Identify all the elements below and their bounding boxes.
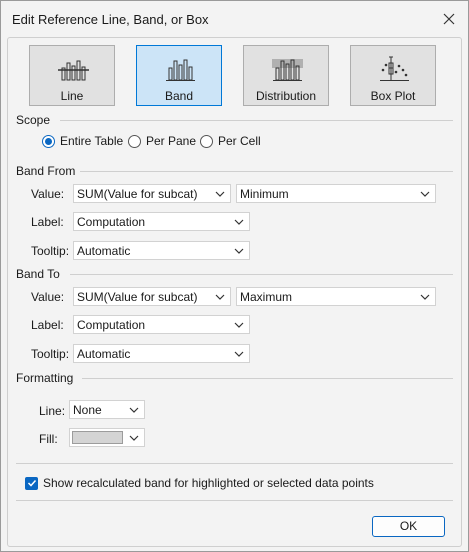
chevron-down-icon (234, 219, 244, 225)
formatting-fill-color-picker[interactable] (69, 428, 145, 447)
band-from-heading: Band From (16, 164, 76, 178)
radio-selected-icon (42, 134, 55, 148)
content-panel: Line Band Distribution Box Plot Scope En… (7, 37, 462, 547)
chevron-down-icon (234, 322, 244, 328)
chevron-down-icon (129, 435, 139, 441)
dialog-title: Edit Reference Line, Band, or Box (12, 12, 209, 27)
type-band-button[interactable]: Band (136, 45, 222, 106)
band-from-tooltip-label: Tooltip: (31, 244, 70, 258)
radio-unselected-icon (200, 134, 213, 148)
band-to-divider (70, 274, 453, 275)
band-to-label-text: Computation (77, 318, 146, 332)
distribution-chart-icon (272, 59, 303, 81)
scope-per-cell-label: Per Cell (218, 134, 261, 148)
type-distribution-label: Distribution (255, 89, 317, 103)
scope-entire-table-label: Entire Table (60, 134, 124, 148)
band-to-value-dropdown[interactable]: SUM(Value for subcat) (73, 287, 231, 306)
formatting-divider (82, 378, 453, 379)
title-bar: Edit Reference Line, Band, or Box (1, 1, 468, 37)
band-to-aggregation-text: Maximum (240, 290, 293, 304)
scope-per-pane-radio[interactable]: Per Pane (128, 134, 196, 148)
bottom-divider (16, 463, 453, 464)
type-distribution-button[interactable]: Distribution (243, 45, 329, 106)
band-from-value-text: SUM(Value for subcat) (77, 187, 198, 201)
formatting-line-dropdown[interactable]: None (69, 400, 145, 419)
close-button[interactable] (436, 7, 462, 31)
box-plot-icon (380, 56, 409, 81)
type-line-label: Line (60, 89, 84, 103)
scope-per-pane-label: Per Pane (146, 134, 197, 148)
band-from-tooltip-text: Automatic (77, 244, 131, 258)
line-chart-icon (58, 60, 89, 81)
band-to-tooltip-text: Automatic (77, 347, 131, 361)
chevron-down-icon (129, 407, 139, 413)
band-to-aggregation-dropdown[interactable]: Maximum (236, 287, 436, 306)
band-from-divider (80, 171, 453, 172)
band-to-tooltip-label: Tooltip: (31, 347, 70, 361)
formatting-line-label: Line: (39, 404, 66, 418)
band-from-label-text: Computation (77, 215, 146, 229)
ok-button[interactable]: OK (372, 516, 445, 537)
band-from-aggregation-dropdown[interactable]: Minimum (236, 184, 436, 203)
band-from-label-label: Label: (31, 215, 64, 229)
band-to-value-label: Value: (31, 290, 65, 304)
chevron-down-icon (234, 248, 244, 254)
band-to-value-text: SUM(Value for subcat) (77, 290, 198, 304)
band-chart-icon (166, 59, 195, 81)
band-from-value-dropdown[interactable]: SUM(Value for subcat) (73, 184, 231, 203)
recalc-checkbox-label: Show recalculated band for highlighted o… (43, 476, 374, 490)
formatting-heading: Formatting (16, 371, 74, 385)
radio-unselected-icon (128, 134, 141, 148)
type-boxplot-label: Box Plot (370, 89, 416, 103)
band-from-label-dropdown[interactable]: Computation (73, 212, 250, 231)
band-to-tooltip-dropdown[interactable]: Automatic (73, 344, 250, 363)
type-boxplot-button[interactable]: Box Plot (350, 45, 436, 106)
chevron-down-icon (420, 191, 430, 197)
type-line-button[interactable]: Line (29, 45, 115, 106)
scope-entire-table-radio[interactable]: Entire Table (42, 134, 123, 148)
footer-divider (16, 500, 453, 501)
checkbox-checked-icon (25, 476, 38, 490)
recalc-checkbox[interactable]: Show recalculated band for highlighted o… (25, 476, 374, 490)
fill-color-swatch (72, 431, 123, 444)
formatting-line-text: None (73, 403, 102, 417)
chevron-down-icon (420, 294, 430, 300)
dialog-window: Edit Reference Line, Band, or Box Line B… (0, 0, 469, 552)
band-to-label-label: Label: (31, 318, 64, 332)
band-from-tooltip-dropdown[interactable]: Automatic (73, 241, 250, 260)
scope-divider (60, 120, 453, 121)
scope-heading: Scope (16, 113, 51, 127)
type-band-label: Band (164, 89, 194, 103)
formatting-fill-label: Fill: (39, 432, 58, 446)
close-icon (443, 13, 455, 25)
scope-per-cell-radio[interactable]: Per Cell (200, 134, 261, 148)
band-to-heading: Band To (16, 267, 60, 281)
chevron-down-icon (215, 191, 225, 197)
band-from-value-label: Value: (31, 187, 65, 201)
band-to-label-dropdown[interactable]: Computation (73, 315, 250, 334)
chevron-down-icon (234, 351, 244, 357)
band-from-aggregation-text: Minimum (240, 187, 289, 201)
chevron-down-icon (215, 294, 225, 300)
